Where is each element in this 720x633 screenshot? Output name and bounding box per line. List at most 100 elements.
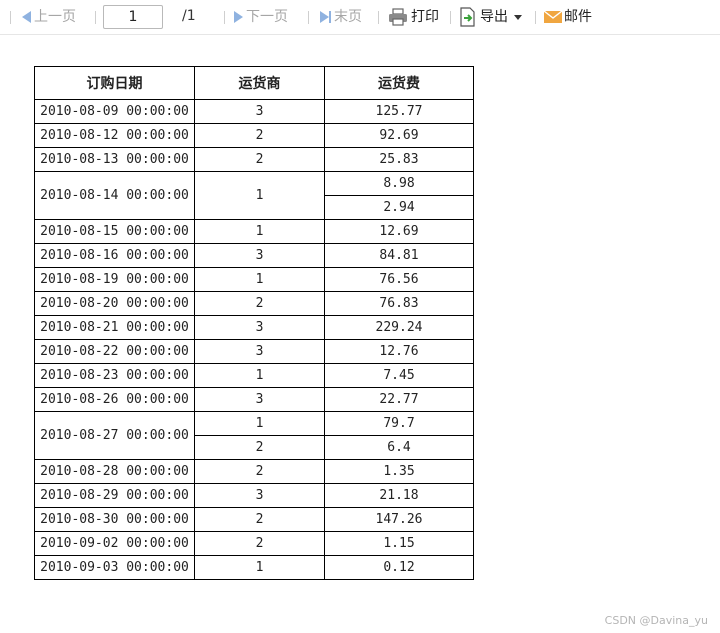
next-page-label: 下一页 [246,9,288,25]
column-header-carrier: 运货商 [194,66,325,100]
page-number-input[interactable] [103,5,163,29]
order-date-cell: 2010-08-27 00:00:00 [34,411,195,460]
order-date-cell: 2010-08-22 00:00:00 [34,339,195,364]
freight-cell: 22.77 [324,387,474,412]
carrier-cell: 3 [194,99,325,124]
chevron-down-icon [514,14,522,20]
freight-cell: 147.26 [324,507,474,532]
freight-cell: 2.94 [324,195,474,220]
table-row: 2010-08-13 00:00:00 2 25.83 [34,147,474,172]
order-date-cell: 2010-08-20 00:00:00 [34,291,195,316]
freight-cell: 229.24 [324,315,474,340]
freight-cell: 12.76 [324,339,474,364]
table-row: 2010-08-16 00:00:00 3 84.81 [34,243,474,268]
freight-cell: 8.98 [324,171,474,196]
carrier-cell: 2 [194,147,325,172]
order-date-cell: 2010-08-30 00:00:00 [34,507,195,532]
table-row: 2010-08-29 00:00:00 3 21.18 [34,483,474,508]
export-button[interactable]: 导出 [459,7,522,27]
freight-cell: 0.12 [324,555,474,580]
freight-cell: 12.69 [324,219,474,244]
last-page-icon [320,11,331,23]
freight-cell: 92.69 [324,123,474,148]
export-icon [460,7,475,27]
table-header-row: 订购日期 运货商 运货费 [34,66,474,100]
freight-cell: 6.4 [324,435,474,460]
prev-page-button[interactable]: 上一页 [22,7,76,27]
freight-cell: 21.18 [324,483,474,508]
print-label: 打印 [411,9,439,25]
order-date-cell: 2010-08-28 00:00:00 [34,459,195,484]
table-row: 2010-08-15 00:00:00 1 12.69 [34,219,474,244]
order-date-cell: 2010-08-15 00:00:00 [34,219,195,244]
freight-cell: 79.7 [324,411,474,436]
mail-button[interactable]: 邮件 [543,7,592,27]
freight-cell: 76.56 [324,267,474,292]
table-row: 2010-09-02 00:00:00 2 1.15 [34,531,474,556]
carrier-cell: 2 [194,291,325,316]
last-page-label: 末页 [334,9,362,25]
column-header-order-date: 订购日期 [34,66,195,100]
order-date-cell: 2010-08-21 00:00:00 [34,315,195,340]
toolbar-divider [450,11,451,24]
order-date-cell: 2010-08-16 00:00:00 [34,243,195,268]
table-row: 2010-08-26 00:00:00 3 22.77 [34,387,474,412]
toolbar-divider [224,11,225,24]
table-row: 2010-08-30 00:00:00 2 147.26 [34,507,474,532]
toolbar-divider [10,11,11,24]
column-header-freight: 运货费 [324,66,474,100]
table-row: 2010-09-03 00:00:00 1 0.12 [34,555,474,580]
freight-cell: 84.81 [324,243,474,268]
toolbar-divider [378,11,379,24]
next-page-icon [234,11,243,23]
freight-cell: 1.15 [324,531,474,556]
table-row: 2010-08-22 00:00:00 3 12.76 [34,339,474,364]
carrier-cell: 2 [194,507,325,532]
order-date-cell: 2010-08-23 00:00:00 [34,363,195,388]
toolbar-divider [95,11,96,24]
carrier-cell: 2 [194,435,325,460]
freight-cell: 7.45 [324,363,474,388]
freight-cell: 76.83 [324,291,474,316]
order-date-cell: 2010-08-26 00:00:00 [34,387,195,412]
export-label: 导出 [480,9,508,25]
carrier-cell: 3 [194,387,325,412]
carrier-cell: 3 [194,483,325,508]
carrier-cell: 1 [194,267,325,292]
table-row: 2010-08-23 00:00:00 1 7.45 [34,363,474,388]
order-date-cell: 2010-09-02 00:00:00 [34,531,195,556]
order-date-cell: 2010-08-12 00:00:00 [34,123,195,148]
watermark: CSDN @Davina_yu [604,614,708,627]
table-row: 2010-08-21 00:00:00 3 229.24 [34,315,474,340]
freight-cell: 25.83 [324,147,474,172]
order-date-cell: 2010-08-19 00:00:00 [34,267,195,292]
carrier-cell: 2 [194,123,325,148]
carrier-cell: 1 [194,363,325,388]
next-page-button[interactable]: 下一页 [234,7,288,27]
mail-label: 邮件 [564,9,592,25]
carrier-cell: 3 [194,315,325,340]
report-toolbar: 上一页 /1 下一页 末页 打印 导出 [0,0,720,35]
prev-page-label: 上一页 [34,9,76,25]
page-total: /1 [182,8,196,24]
carrier-cell: 1 [194,171,325,220]
printer-icon [389,8,407,26]
last-page-button[interactable]: 末页 [320,7,362,27]
freight-cell: 1.35 [324,459,474,484]
table-row: 2010-08-14 00:00:00 1 8.98 [34,171,474,220]
table-row: 2010-08-12 00:00:00 2 92.69 [34,123,474,148]
table-row: 2010-08-20 00:00:00 2 76.83 [34,291,474,316]
table-row: 2010-08-09 00:00:00 3 125.77 [34,99,474,124]
report-table: 订购日期 运货商 运货费 2010-08-09 00:00:00 3 125.77 2… [34,66,474,580]
toolbar-divider [535,11,536,24]
table-row: 2010-08-28 00:00:00 2 1.35 [34,459,474,484]
carrier-cell: 3 [194,339,325,364]
report-table-body: 2010-08-09 00:00:00 3 125.77 2010-08-12 00:… [34,99,474,580]
order-date-cell: 2010-09-03 00:00:00 [34,555,195,580]
print-button[interactable]: 打印 [388,7,439,27]
order-date-cell: 2010-08-13 00:00:00 [34,147,195,172]
freight-cell: 125.77 [324,99,474,124]
order-date-cell: 2010-08-29 00:00:00 [34,483,195,508]
carrier-cell: 1 [194,411,325,436]
table-row: 2010-08-19 00:00:00 1 76.56 [34,267,474,292]
